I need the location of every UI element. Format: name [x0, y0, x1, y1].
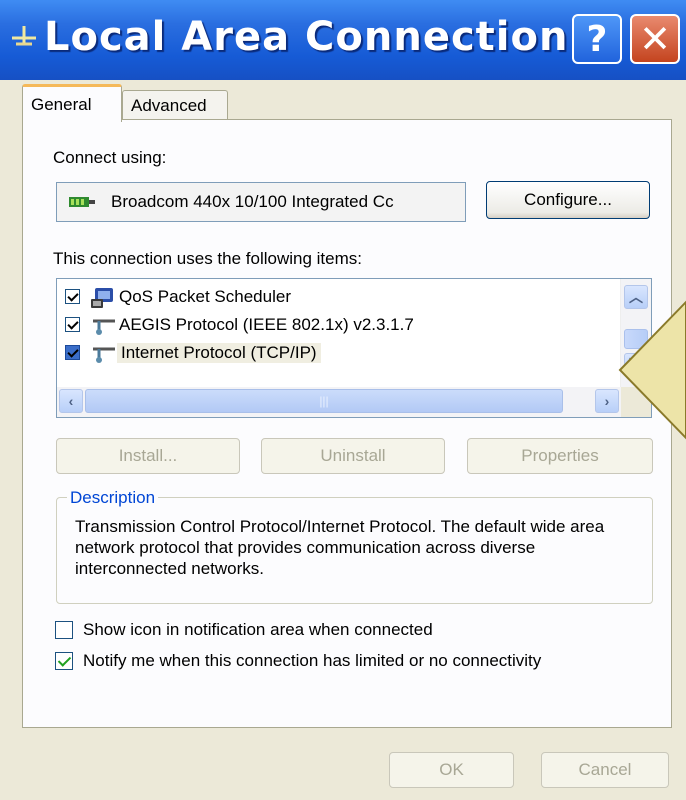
- install-button[interactable]: Install...: [56, 438, 240, 474]
- description-text: Transmission Control Protocol/Internet P…: [75, 517, 605, 578]
- general-tab-panel: Connect using: Broadcom 440x 10/100 Inte…: [22, 119, 672, 728]
- network-connection-icon: [12, 26, 36, 46]
- help-icon: ?: [586, 18, 608, 60]
- configure-button[interactable]: Configure...: [486, 181, 650, 219]
- scroll-left-button[interactable]: ‹: [59, 389, 83, 413]
- notify-label[interactable]: Notify me when this connection has limit…: [83, 651, 541, 671]
- uninstall-button[interactable]: Uninstall: [261, 438, 445, 474]
- callout-pointer: [618, 300, 686, 440]
- chevron-left-icon: ‹: [68, 393, 74, 409]
- close-button[interactable]: ✕: [630, 14, 680, 64]
- connection-items-list[interactable]: QoS Packet Scheduler AEGIS Protocol (IEE…: [56, 278, 652, 418]
- item-checkbox[interactable]: [65, 345, 80, 360]
- list-item-selected[interactable]: Internet Protocol (TCP/IP): [65, 341, 625, 367]
- help-button[interactable]: ?: [572, 14, 622, 64]
- horizontal-scrollbar[interactable]: ‹ ||| ›: [57, 387, 623, 417]
- network-adapter-icon: [69, 197, 95, 207]
- properties-button[interactable]: Properties: [467, 438, 653, 474]
- title-bar[interactable]: Local Area Connection... ? ✕: [0, 0, 686, 80]
- network-protocol-icon: [93, 347, 115, 363]
- window-title: Local Area Connection...: [44, 14, 618, 60]
- ok-button[interactable]: OK: [389, 752, 514, 788]
- cancel-button[interactable]: Cancel: [541, 752, 669, 788]
- scheduler-icon: [91, 288, 113, 308]
- show-icon-label[interactable]: Show icon in notification area when conn…: [83, 620, 433, 640]
- item-checkbox[interactable]: [65, 317, 80, 332]
- item-label: QoS Packet Scheduler: [119, 287, 291, 306]
- item-checkbox[interactable]: [65, 289, 80, 304]
- list-item[interactable]: AEGIS Protocol (IEEE 802.1x) v2.3.1.7: [65, 313, 625, 339]
- description-group: Description Transmission Control Protoco…: [56, 488, 653, 604]
- tab-advanced[interactable]: Advanced: [122, 90, 228, 120]
- list-item[interactable]: QoS Packet Scheduler: [65, 285, 625, 311]
- network-protocol-icon: [93, 319, 115, 335]
- description-title: Description: [67, 488, 159, 508]
- item-label: Internet Protocol (TCP/IP): [117, 343, 321, 363]
- grip-icon: |||: [319, 394, 329, 408]
- item-label: AEGIS Protocol (IEEE 802.1x) v2.3.1.7: [119, 315, 414, 334]
- chevron-right-icon: ›: [604, 393, 610, 409]
- adapter-name: Broadcom 440x 10/100 Integrated Cc: [111, 192, 394, 211]
- adapter-field: Broadcom 440x 10/100 Integrated Cc: [56, 182, 466, 222]
- scroll-right-button[interactable]: ›: [595, 389, 619, 413]
- show-icon-checkbox[interactable]: [55, 621, 73, 639]
- connect-using-label: Connect using:: [53, 148, 167, 167]
- notify-checkbox[interactable]: [55, 652, 73, 670]
- items-label: This connection uses the following items…: [53, 249, 362, 268]
- horizontal-scroll-thumb[interactable]: |||: [85, 389, 563, 413]
- tab-general[interactable]: General: [22, 84, 122, 122]
- dialog-window: Local Area Connection... ? ✕ General Adv…: [0, 0, 686, 800]
- close-icon: ✕: [639, 17, 671, 61]
